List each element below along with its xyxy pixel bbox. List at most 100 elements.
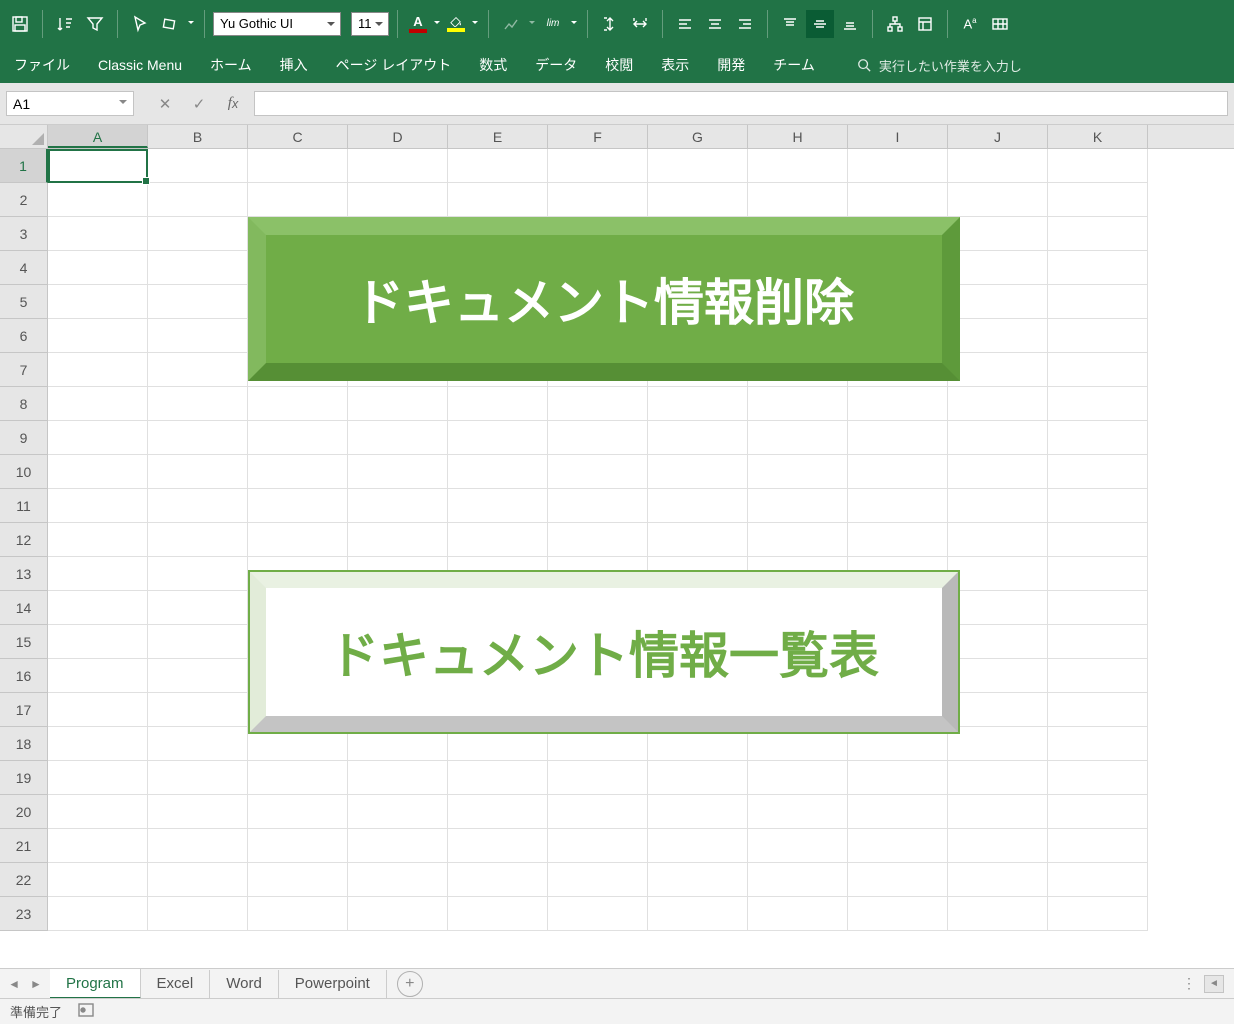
cell[interactable] [548,455,648,489]
cell[interactable] [748,387,848,421]
macro-record-icon[interactable] [78,1003,94,1020]
row-header[interactable]: 11 [0,489,48,523]
cell[interactable] [648,387,748,421]
row-header[interactable]: 1 [0,149,48,183]
cell[interactable] [48,693,148,727]
cell[interactable] [1048,217,1148,251]
cell[interactable] [548,523,648,557]
cell[interactable] [48,557,148,591]
cell[interactable] [148,387,248,421]
cell[interactable] [1048,897,1148,931]
cell[interactable] [248,183,348,217]
align-right-icon[interactable] [731,10,759,38]
font-color-button[interactable]: A [406,12,430,36]
cell[interactable] [148,523,248,557]
cell[interactable] [48,251,148,285]
font-color-dropdown-icon[interactable] [432,21,442,27]
cell[interactable] [948,591,1048,625]
cell[interactable] [148,761,248,795]
cell[interactable] [148,829,248,863]
shape-dropdown-icon[interactable] [186,21,196,27]
cell[interactable] [948,557,1048,591]
scroll-left-button[interactable]: ◄ [1204,975,1224,993]
cell[interactable] [348,149,448,183]
cell[interactable] [248,387,348,421]
row-header[interactable]: 13 [0,557,48,591]
cell[interactable] [848,387,948,421]
cell[interactable] [1048,319,1148,353]
cell[interactable] [1048,795,1148,829]
sheet-nav[interactable]: ◄► [0,977,50,991]
cell[interactable] [348,421,448,455]
cell[interactable] [1048,421,1148,455]
cell[interactable] [348,863,448,897]
cell[interactable] [148,659,248,693]
cell[interactable] [848,489,948,523]
cell[interactable] [948,455,1048,489]
cell[interactable] [148,795,248,829]
row-header[interactable]: 12 [0,523,48,557]
row-header[interactable]: 3 [0,217,48,251]
column-header[interactable]: F [548,125,648,148]
tab-home[interactable]: ホーム [210,55,252,75]
cell[interactable] [1048,693,1148,727]
cell[interactable] [848,897,948,931]
cell[interactable] [548,489,648,523]
cell[interactable] [948,829,1048,863]
cell[interactable] [48,897,148,931]
cell[interactable] [48,863,148,897]
cell[interactable] [548,421,648,455]
cell[interactable] [648,149,748,183]
tab-formulas[interactable]: 数式 [479,55,507,75]
worksheet-grid[interactable]: ABCDEFGHIJK 1234567891011121314151617181… [0,125,1234,931]
cell[interactable] [148,863,248,897]
cell[interactable] [748,829,848,863]
formula-cancel-button[interactable]: ✕ [148,91,182,116]
row-header[interactable]: 20 [0,795,48,829]
cell[interactable] [248,421,348,455]
cell[interactable] [848,455,948,489]
column-header[interactable]: D [348,125,448,148]
tab-team[interactable]: チーム [773,55,815,75]
cell[interactable] [48,455,148,489]
filter-icon[interactable] [81,10,109,38]
delete-document-info-button[interactable]: ドキュメント情報削除 [248,217,960,381]
row-header[interactable]: 4 [0,251,48,285]
cell[interactable] [948,727,1048,761]
cell[interactable] [848,795,948,829]
cell[interactable] [48,353,148,387]
tell-me-search[interactable]: 実行したい作業を入力し [857,56,1022,75]
cell[interactable] [1048,863,1148,897]
cell[interactable] [48,625,148,659]
cell[interactable] [748,523,848,557]
row-header[interactable]: 23 [0,897,48,931]
cell[interactable] [748,489,848,523]
cell[interactable] [648,897,748,931]
cell[interactable] [948,149,1048,183]
sheet-tab-excel[interactable]: Excel [141,970,211,998]
cell[interactable] [548,829,648,863]
cell[interactable] [648,795,748,829]
cell[interactable] [1048,829,1148,863]
cell[interactable] [1048,727,1148,761]
cell[interactable] [748,897,848,931]
cell[interactable] [548,897,648,931]
cell[interactable] [548,863,648,897]
cell[interactable] [348,523,448,557]
tab-insert[interactable]: 挿入 [280,55,308,75]
cell[interactable] [48,659,148,693]
formula-enter-button[interactable]: ✓ [182,91,216,116]
form-icon[interactable] [911,10,939,38]
cell[interactable] [348,761,448,795]
cell[interactable] [448,149,548,183]
cell[interactable] [648,183,748,217]
cell[interactable] [648,829,748,863]
valign-top-icon[interactable] [776,10,804,38]
cell[interactable] [1048,625,1148,659]
cell[interactable] [1048,557,1148,591]
font-name-select[interactable]: Yu Gothic UI [213,12,341,36]
cell[interactable] [248,149,348,183]
cell[interactable] [48,285,148,319]
cell[interactable] [448,523,548,557]
column-header[interactable]: A [48,125,148,148]
